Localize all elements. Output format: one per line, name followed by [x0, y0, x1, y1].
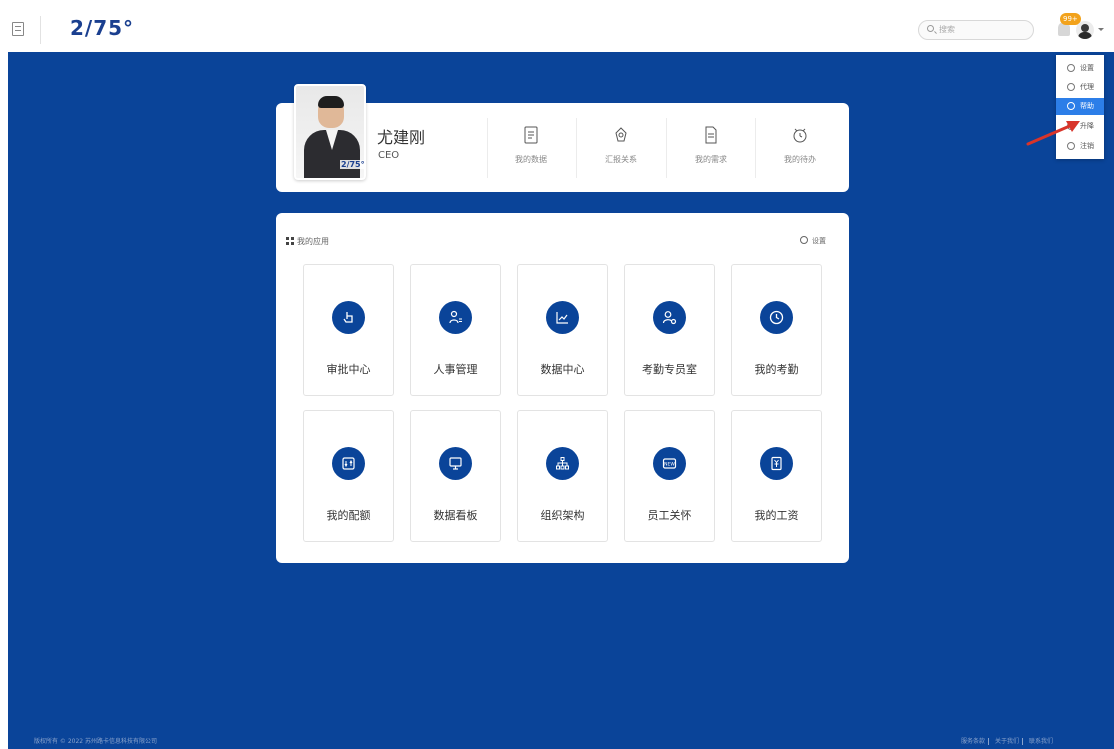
- footer-link-about[interactable]: 关于我们: [995, 738, 1019, 745]
- monitor-icon: [449, 457, 462, 470]
- profile-title: CEO: [378, 150, 400, 161]
- app-tile-org-chart[interactable]: 组织架构: [517, 410, 608, 542]
- menu-item-settings[interactable]: 设置: [1056, 60, 1104, 77]
- apps-grid-icon: [286, 237, 295, 245]
- logo[interactable]: 2/75°: [70, 16, 134, 40]
- line-chart-icon: [556, 312, 568, 324]
- app-tile-dashboard[interactable]: 数据看板: [410, 410, 501, 542]
- new-badge-icon: NEW: [662, 458, 677, 469]
- quick-link-reporting[interactable]: 汇报关系: [576, 126, 666, 165]
- footer-link-contact[interactable]: 联系我们: [1029, 738, 1053, 745]
- search-icon: [927, 25, 934, 32]
- app-tile-label: 数据看板: [433, 509, 478, 522]
- annotation-arrow: [1026, 121, 1080, 146]
- app-tile-employee-care[interactable]: NEW 员工关怀: [624, 410, 715, 542]
- menu-item-help[interactable]: 帮助: [1056, 98, 1104, 115]
- footer-links: 服务条款 关于我们 联系我们: [958, 736, 1053, 745]
- footer-copyright: 版权所有 © 2022 苏州路卡信息科技有限公司: [34, 738, 157, 745]
- app-tile-label: 我的配额: [326, 509, 371, 522]
- file-icon: [705, 126, 717, 144]
- app-tile-my-attendance[interactable]: 我的考勤: [731, 264, 822, 396]
- quota-icon: [342, 457, 355, 470]
- quick-link-label: 我的需求: [695, 155, 727, 164]
- divider: [40, 16, 41, 44]
- quick-link-requests[interactable]: 我的需求: [666, 126, 756, 165]
- app-tile-my-quota[interactable]: 我的配额: [303, 410, 394, 542]
- user-list-icon: [449, 310, 462, 324]
- app-tile-label: 我的考勤: [754, 363, 799, 376]
- app-tile-data-center[interactable]: 数据中心: [517, 264, 608, 396]
- menu-item-label: 代理: [1080, 83, 1094, 91]
- apps-title: 我的应用: [297, 237, 329, 246]
- app-tile-approval[interactable]: 审批中心: [303, 264, 394, 396]
- app-tile-label: 员工关怀: [647, 509, 692, 522]
- quick-link-todo[interactable]: 我的待办: [755, 126, 845, 165]
- app-tile-hr[interactable]: 人事管理: [410, 264, 501, 396]
- photo-logo: 2/75°: [340, 160, 365, 169]
- app-tile-label: 人事管理: [433, 363, 478, 376]
- app-tile-label: 数据中心: [540, 363, 585, 376]
- help-icon: [1067, 102, 1075, 110]
- menu-toggle-icon[interactable]: [12, 22, 24, 36]
- menu-item-proxy[interactable]: 代理: [1056, 79, 1104, 96]
- relation-icon: [615, 127, 627, 142]
- gear-icon: [1067, 64, 1075, 72]
- salary-icon: [771, 456, 782, 471]
- document-icon: [524, 126, 538, 144]
- proxy-icon: [1067, 83, 1075, 91]
- profile-name: 尤建刚: [377, 128, 426, 147]
- app-tile-label: 组织架构: [540, 509, 585, 522]
- menu-item-label: 设置: [1080, 64, 1094, 72]
- chevron-down-icon[interactable]: [1098, 28, 1104, 31]
- alarm-clock-icon: [793, 128, 807, 143]
- search-input[interactable]: 搜索: [918, 20, 1034, 40]
- quick-link-label: 我的数据: [515, 155, 547, 164]
- top-bar: 2/75° 搜索 99+: [0, 0, 1114, 52]
- app-tile-my-salary[interactable]: 我的工资: [731, 410, 822, 542]
- menu-item-label: 帮助: [1080, 102, 1094, 110]
- quick-link-my-data[interactable]: 我的数据: [486, 126, 576, 165]
- gear-icon[interactable]: [800, 236, 808, 244]
- avatar[interactable]: [1076, 21, 1094, 39]
- search-placeholder: 搜索: [939, 25, 955, 34]
- clock-icon: [769, 310, 784, 325]
- app-tile-label: 审批中心: [326, 363, 371, 376]
- footer-link-terms[interactable]: 服务条款: [961, 738, 985, 745]
- hand-pointer-icon: [343, 312, 353, 323]
- user-gear-icon: [662, 311, 677, 325]
- svg-text:NEW: NEW: [664, 462, 675, 468]
- app-tile-label: 我的工资: [754, 509, 799, 522]
- quick-link-label: 我的待办: [784, 155, 816, 164]
- app-tile-attendance-office[interactable]: 考勤专员室: [624, 264, 715, 396]
- org-chart-icon: [556, 457, 569, 470]
- profile-photo: 2/75°: [294, 84, 366, 180]
- app-tile-label: 考勤专员室: [642, 363, 697, 376]
- quick-link-label: 汇报关系: [605, 155, 637, 164]
- apps-settings-link[interactable]: 设置: [812, 236, 826, 246]
